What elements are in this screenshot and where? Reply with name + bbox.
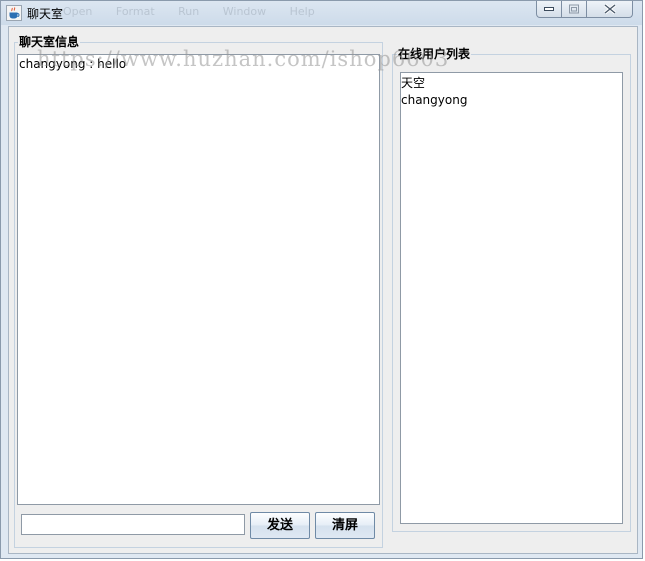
restore-icon [569,4,579,14]
clear-screen-button[interactable]: 清屏 [315,512,375,539]
chat-message-area[interactable]: changyong : hello [17,54,380,505]
chat-message: changyong : hello [19,57,127,71]
ghost-menu-bar: Open Format Run Window Help [63,5,335,18]
user-list-item[interactable]: changyong [401,93,467,107]
maximize-button[interactable] [562,1,587,18]
ghost-menu-item: Run [178,5,200,18]
online-user-list[interactable]: 天空 changyong [400,72,623,524]
ghost-menu-item: Help [289,5,315,18]
ghost-menu-item: Open [63,5,93,18]
ghost-menu-item: Window [222,5,267,18]
chat-window: 聊天室 Open Format Run Window Help 聊天室信息 ch… [0,0,643,559]
window-controls [536,1,637,19]
java-cup-icon [6,5,22,21]
minimize-icon [544,7,554,11]
title-bar[interactable]: 聊天室 Open Format Run Window Help [1,1,642,25]
minimize-button[interactable] [536,1,562,18]
send-button[interactable]: 发送 [250,512,310,539]
content-pane: 聊天室信息 changyong : hello 发送 清屏 在线用户列表 天空 … [8,26,638,554]
close-button[interactable] [587,1,633,18]
close-icon [603,4,616,14]
user-list-item[interactable]: 天空 [401,76,425,90]
message-input[interactable] [21,514,245,535]
window-title: 聊天室 [27,7,64,21]
users-group-title: 在线用户列表 [397,47,472,61]
ghost-menu-item: Format [115,5,155,18]
chat-group-title: 聊天室信息 [18,35,81,49]
